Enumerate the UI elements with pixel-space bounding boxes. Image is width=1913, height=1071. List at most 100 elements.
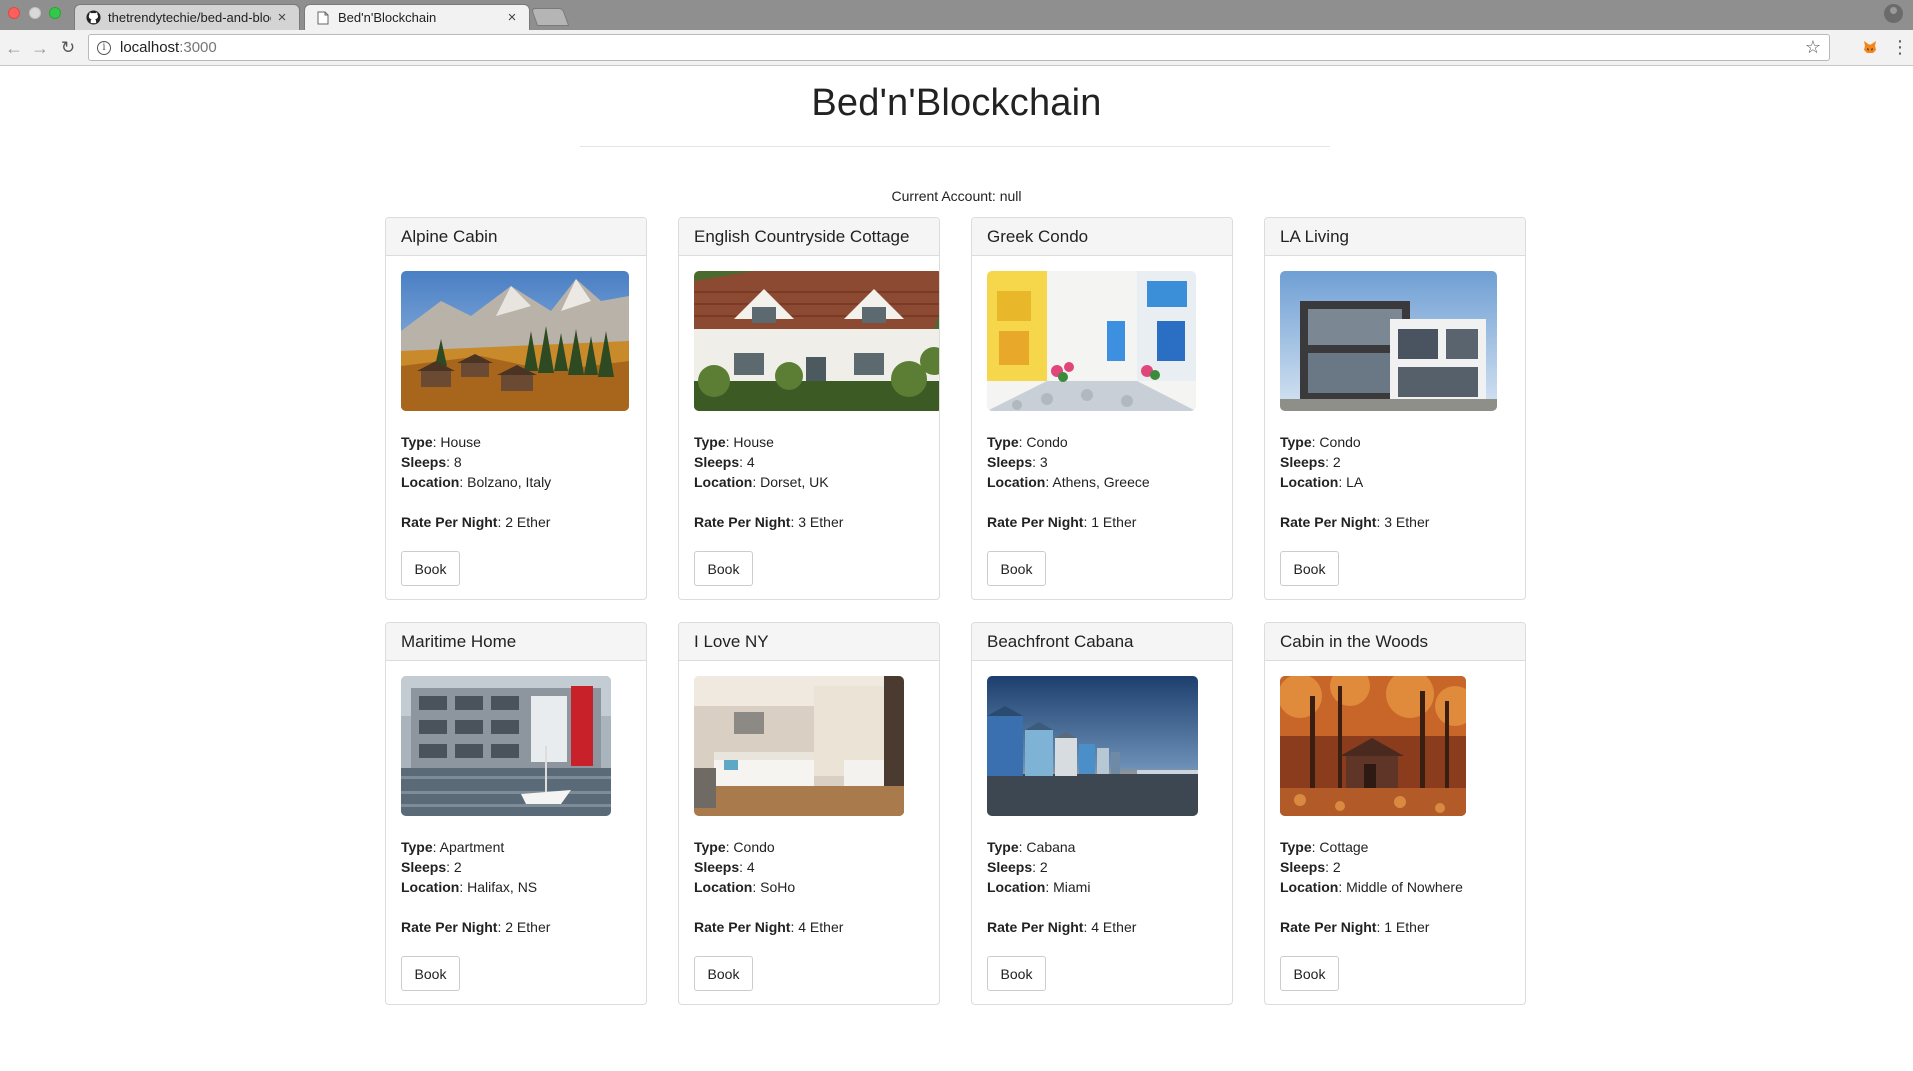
browser-toolbar: ← → ↻ i localhost:3000 ☆ ⋮ <box>0 30 1913 66</box>
listing-rate-row: Rate Per Night: 4 Ether <box>987 919 1137 935</box>
listing-title: Cabin in the Woods <box>1265 623 1525 661</box>
book-button[interactable]: Book <box>1280 956 1339 991</box>
listing-location: Bolzano, Italy <box>467 474 552 490</box>
sleeps-label: Sleeps <box>987 454 1033 470</box>
reload-icon[interactable]: ↻ <box>58 38 78 58</box>
listing-title: Maritime Home <box>386 623 646 661</box>
listing-location: Dorset, UK <box>760 474 829 490</box>
listing-details: Type: Condo Sleeps: 3 Location: Athens, … <box>987 434 1150 490</box>
listing-type: House <box>733 434 774 450</box>
listing-title: English Countryside Cottage <box>679 218 939 256</box>
listing-rate-row: Rate Per Night: 2 Ether <box>401 514 551 530</box>
profile-icon[interactable] <box>1884 4 1903 23</box>
book-button[interactable]: Book <box>401 551 460 586</box>
listing-card: LA Living Type: Condo Sleeps: 2 Location… <box>1264 217 1526 600</box>
listing-details: Type: House Sleeps: 8 Location: Bolzano,… <box>401 434 552 490</box>
location-label: Location <box>694 879 753 895</box>
listing-card: Beachfront Cabana Type: Cabana Sleeps: 2… <box>971 622 1233 1005</box>
listing-type: Condo <box>1026 434 1068 450</box>
listing-card: Maritime Home Type: Apartment Sleeps: 2 … <box>385 622 647 1005</box>
listing-details: Type: Condo Sleeps: 4 Location: SoHo <box>694 839 796 895</box>
close-window-icon[interactable] <box>8 7 20 19</box>
listing-title: I Love NY <box>679 623 939 661</box>
listing-title: LA Living <box>1265 218 1525 256</box>
forward-arrow-icon[interactable]: → <box>30 38 50 58</box>
listing-type: Condo <box>733 839 775 855</box>
listing-rate-row: Rate Per Night: 3 Ether <box>1280 514 1430 530</box>
listing-rate: 4 Ether <box>1091 919 1137 935</box>
listing-rate: 3 Ether <box>798 514 844 530</box>
listing-rate-row: Rate Per Night: 2 Ether <box>401 919 551 935</box>
listing-sleeps: 2 <box>453 859 462 875</box>
listing-rate-row: Rate Per Night: 4 Ether <box>694 919 844 935</box>
book-button[interactable]: Book <box>401 956 460 991</box>
browser-tab-github[interactable]: thetrendytechie/bed-and-bloc × <box>74 4 300 30</box>
back-arrow-icon[interactable]: ← <box>4 38 24 58</box>
page-content: Bed'n'Blockchain Current Account: null A… <box>0 67 1913 1071</box>
listing-details: Type: House Sleeps: 4 Location: Dorset, … <box>694 434 829 490</box>
rate-label: Rate Per Night <box>401 919 498 935</box>
listing-sleeps: 8 <box>453 454 462 470</box>
modern-house-photo <box>1280 271 1497 411</box>
type-label: Type <box>987 434 1019 450</box>
listing-rate-row: Rate Per Night: 1 Ether <box>1280 919 1430 935</box>
type-label: Type <box>694 434 726 450</box>
listing-sleeps: 2 <box>1332 454 1341 470</box>
book-button[interactable]: Book <box>694 956 753 991</box>
listing-card: I Love NY Type: Condo Sleeps: 4 Location… <box>678 622 940 1005</box>
listing-location: SoHo <box>760 879 796 895</box>
type-label: Type <box>987 839 1019 855</box>
book-button[interactable]: Book <box>987 551 1046 586</box>
greek-street-photo <box>987 271 1196 411</box>
location-label: Location <box>987 474 1046 490</box>
listings-grid: Alpine Cabin Type: House Sleeps: 8 Locat… <box>385 217 1526 1005</box>
info-icon[interactable]: i <box>97 40 111 55</box>
rate-label: Rate Per Night <box>1280 514 1377 530</box>
listing-type: Cottage <box>1319 839 1369 855</box>
browser-tab-bednblockchain[interactable]: Bed'n'Blockchain × <box>304 4 530 30</box>
book-button[interactable]: Book <box>694 551 753 586</box>
new-tab-button[interactable] <box>530 8 570 26</box>
listing-rate: 2 Ether <box>505 919 551 935</box>
type-label: Type <box>401 434 433 450</box>
url-host: localhost <box>120 39 180 56</box>
listing-location: Middle of Nowhere <box>1346 879 1463 895</box>
minimize-window-icon[interactable] <box>29 7 41 19</box>
sleeps-label: Sleeps <box>401 859 447 875</box>
listing-location: Halifax, NS <box>467 879 538 895</box>
forest-cabin-photo <box>1280 676 1466 816</box>
location-label: Location <box>987 879 1046 895</box>
waterfront-apartments-photo <box>401 676 611 816</box>
listing-details: Type: Apartment Sleeps: 2 Location: Hali… <box>401 839 538 895</box>
close-tab-icon[interactable]: × <box>505 9 519 26</box>
metamask-fox-icon[interactable] <box>1861 38 1879 56</box>
location-label: Location <box>694 474 753 490</box>
browser-menu-icon[interactable]: ⋮ <box>1891 36 1909 58</box>
listing-sleeps: 3 <box>1039 454 1048 470</box>
address-bar[interactable]: i localhost:3000 ☆ <box>88 34 1830 61</box>
listing-rate: 3 Ether <box>1384 514 1430 530</box>
english-cottage-photo <box>694 271 939 411</box>
url-port: :3000 <box>179 39 217 56</box>
hotel-room-photo <box>694 676 904 816</box>
bookmark-star-icon[interactable]: ☆ <box>1805 37 1821 58</box>
listing-title: Beachfront Cabana <box>972 623 1232 661</box>
type-label: Type <box>694 839 726 855</box>
title-divider <box>580 146 1330 147</box>
listing-type: Apartment <box>439 839 505 855</box>
browser-tab-strip: thetrendytechie/bed-and-bloc × Bed'n'Blo… <box>0 0 1913 30</box>
listing-card: English Countryside Cottage Type: House … <box>678 217 940 600</box>
listing-details: Type: Condo Sleeps: 2 Location: LA <box>1280 434 1364 490</box>
listing-rate: 4 Ether <box>798 919 844 935</box>
alpine-cabin-photo <box>401 271 629 411</box>
sleeps-label: Sleeps <box>694 454 740 470</box>
account-label: Current Account: <box>891 188 996 204</box>
location-label: Location <box>401 474 460 490</box>
book-button[interactable]: Book <box>987 956 1046 991</box>
maximize-window-icon[interactable] <box>49 7 61 19</box>
book-button[interactable]: Book <box>1280 551 1339 586</box>
listing-type: Cabana <box>1026 839 1076 855</box>
listing-type: Condo <box>1319 434 1361 450</box>
close-tab-icon[interactable]: × <box>275 9 289 26</box>
sleeps-label: Sleeps <box>1280 454 1326 470</box>
